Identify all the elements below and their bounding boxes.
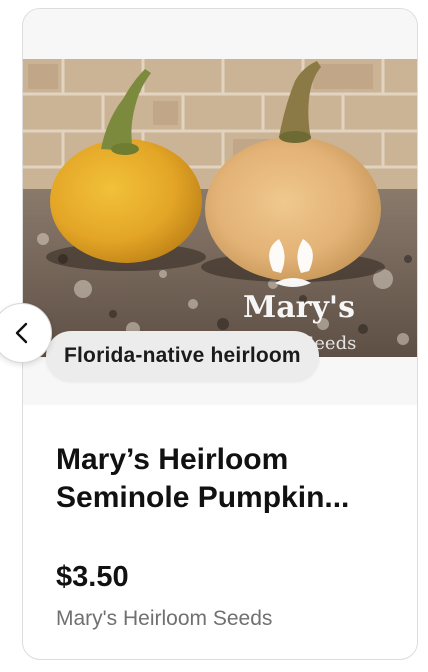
watermark-text: Mary's [243,290,355,325]
product-photo: Mary's Heirloom Seeds [23,59,417,357]
product-card[interactable]: Mary's Heirloom Seeds Florida-native hei… [22,8,418,660]
product-image-area[interactable]: Mary's Heirloom Seeds Florida-native hei… [23,9,417,405]
product-price: $3.50 [56,561,129,593]
seller-name[interactable]: Mary's Heirloom Seeds [56,607,272,631]
chevron-left-icon [15,322,28,344]
product-title[interactable]: Mary’s Heirloom Seminole Pumpkin... [56,441,396,517]
product-badge: Florida-native heirloom [46,331,319,381]
badge-label: Florida-native heirloom [64,344,301,367]
